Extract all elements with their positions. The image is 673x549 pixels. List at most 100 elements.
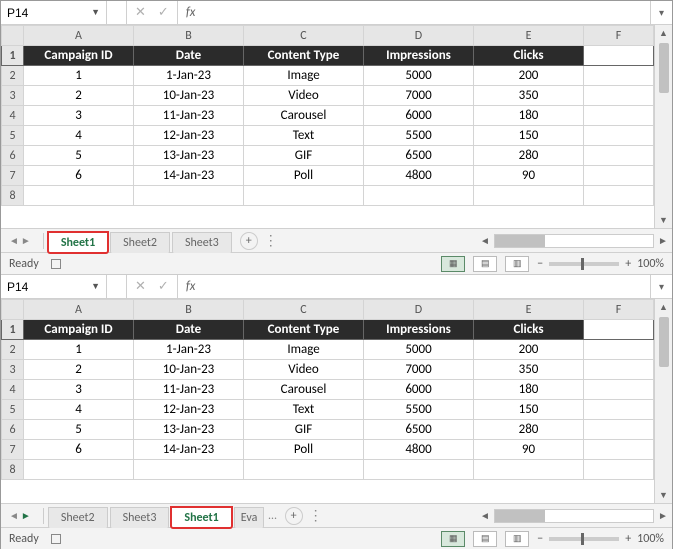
row-header[interactable]: 2 [2, 66, 24, 86]
nav-next-icon[interactable]: ► [21, 509, 31, 522]
cell[interactable]: 6500 [364, 420, 474, 440]
table-row[interactable]: 8 [2, 460, 654, 480]
cell[interactable]: Impressions [364, 46, 474, 66]
table-row[interactable]: 6513-Jan-23GIF6500280 [2, 420, 654, 440]
cell[interactable] [584, 360, 654, 380]
table-row[interactable]: 1 Campaign ID Date Content Type Impressi… [2, 320, 654, 340]
cell[interactable]: Video [244, 86, 364, 106]
cell[interactable]: Clicks [474, 46, 584, 66]
cell[interactable] [584, 380, 654, 400]
cell[interactable] [584, 166, 654, 186]
cell[interactable]: 5 [24, 420, 134, 440]
cell[interactable]: 12-Jan-23 [134, 400, 244, 420]
cell[interactable] [584, 126, 654, 146]
cell[interactable]: 180 [474, 106, 584, 126]
tab-nav[interactable]: ◄► [1, 234, 39, 247]
cell[interactable] [584, 66, 654, 86]
zoom-slider[interactable] [549, 537, 619, 541]
cell[interactable]: Poll [244, 440, 364, 460]
macro-record-icon[interactable] [51, 534, 61, 544]
table-row[interactable]: 4311-Jan-23Carousel6000180 [2, 106, 654, 126]
col-header[interactable]: A [24, 300, 134, 320]
cell[interactable]: Poll [244, 166, 364, 186]
spreadsheet-grid[interactable]: A B C D E F 1 Campaign ID Date Content T… [1, 25, 654, 228]
row-header[interactable]: 3 [2, 360, 24, 380]
cell[interactable] [24, 460, 134, 480]
zoom-in-icon[interactable]: + [625, 532, 631, 546]
cell[interactable]: 90 [474, 166, 584, 186]
cell[interactable]: 5500 [364, 400, 474, 420]
nav-prev-icon[interactable]: ◄ [9, 234, 19, 247]
table-row[interactable]: 5412-Jan-23Text5500150 [2, 126, 654, 146]
col-header[interactable]: D [364, 300, 474, 320]
chevron-down-icon[interactable]: ▼ [91, 281, 100, 292]
cell[interactable]: 6 [24, 166, 134, 186]
cell[interactable]: 180 [474, 380, 584, 400]
cell[interactable]: Campaign ID [24, 46, 134, 66]
cell[interactable] [244, 460, 364, 480]
cell[interactable]: Video [244, 360, 364, 380]
cell[interactable]: 1-Jan-23 [134, 66, 244, 86]
zoom-out-icon[interactable]: − [537, 257, 543, 271]
name-box-input[interactable] [7, 6, 77, 20]
fx-label[interactable]: fx [178, 275, 204, 298]
cell[interactable]: Date [134, 320, 244, 340]
chevron-down-icon[interactable]: ▼ [91, 7, 100, 18]
cancel-icon[interactable]: ✕ [135, 279, 146, 294]
normal-view-button[interactable]: ▦ [441, 256, 465, 272]
row-header[interactable]: 4 [2, 106, 24, 126]
nav-next-icon[interactable]: ► [21, 234, 31, 247]
scroll-right-icon[interactable]: ► [654, 234, 672, 247]
scrollbar-thumb[interactable] [495, 235, 545, 247]
scrollbar-track[interactable] [494, 234, 654, 248]
table-row[interactable]: 5412-Jan-23Text5500150 [2, 400, 654, 420]
scroll-right-icon[interactable]: ► [654, 509, 672, 522]
tab-grip-icon[interactable]: ⋮ [264, 232, 279, 249]
col-header[interactable]: E [474, 26, 584, 46]
col-header[interactable]: D [364, 26, 474, 46]
cell[interactable]: 4800 [364, 166, 474, 186]
cell[interactable]: 2 [24, 360, 134, 380]
macro-record-icon[interactable] [51, 259, 61, 269]
col-header[interactable]: E [474, 300, 584, 320]
cell[interactable]: 7000 [364, 360, 474, 380]
cell[interactable] [474, 186, 584, 206]
sheet-tab[interactable]: Sheet2 [110, 232, 170, 253]
scroll-left-icon[interactable]: ◄ [476, 509, 494, 522]
page-break-view-button[interactable]: ▥ [505, 531, 529, 547]
tab-nav[interactable]: ◄► [1, 509, 39, 522]
row-header[interactable]: 6 [2, 146, 24, 166]
cell[interactable]: 280 [474, 146, 584, 166]
table-row[interactable]: 3210-Jan-23Video7000350 [2, 360, 654, 380]
cell[interactable] [584, 146, 654, 166]
table-row[interactable]: 1 Campaign ID Date Content Type Impressi… [2, 46, 654, 66]
cell[interactable]: 4 [24, 126, 134, 146]
cell[interactable]: 5000 [364, 340, 474, 360]
cell[interactable]: 350 [474, 360, 584, 380]
table-row[interactable]: 8 [2, 186, 654, 206]
tab-overflow-icon[interactable]: … [268, 509, 276, 523]
expand-formula-bar-icon[interactable]: ▾ [650, 1, 672, 24]
table-row[interactable]: 211-Jan-23Image5000200 [2, 66, 654, 86]
cell[interactable]: Campaign ID [24, 320, 134, 340]
zoom-thumb[interactable] [581, 258, 584, 270]
new-sheet-button[interactable]: + [285, 507, 303, 525]
cell[interactable] [584, 420, 654, 440]
col-header[interactable]: A [24, 26, 134, 46]
fx-label[interactable]: fx [178, 1, 204, 24]
col-header[interactable]: F [584, 26, 654, 46]
sheet-tab[interactable]: Eva [234, 507, 265, 528]
cell[interactable]: 1 [24, 340, 134, 360]
column-header-row[interactable]: A B C D E F [2, 26, 654, 46]
nav-prev-icon[interactable]: ◄ [9, 509, 19, 522]
select-all[interactable] [2, 300, 24, 320]
cancel-icon[interactable]: ✕ [135, 5, 146, 20]
row-header[interactable]: 2 [2, 340, 24, 360]
row-header[interactable]: 1 [2, 46, 24, 66]
cell[interactable]: 6000 [364, 380, 474, 400]
cell[interactable]: Text [244, 126, 364, 146]
cell[interactable] [584, 440, 654, 460]
col-header[interactable]: C [244, 300, 364, 320]
table-row[interactable]: 6513-Jan-23GIF6500280 [2, 146, 654, 166]
sheet-tab[interactable]: Sheet2 [48, 507, 108, 528]
